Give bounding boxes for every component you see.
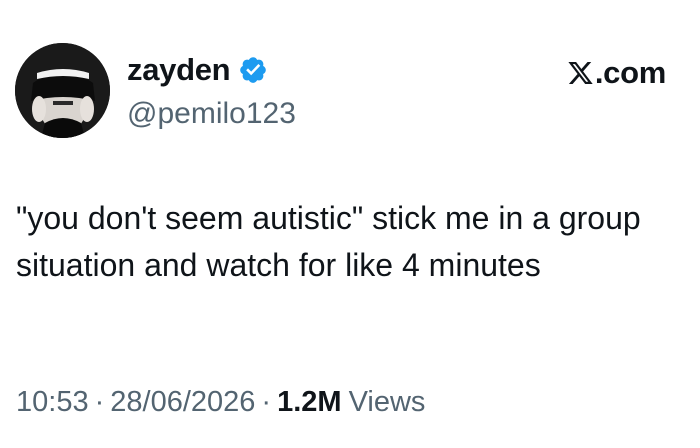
avatar[interactable]: [15, 43, 110, 138]
tweet-text: "you don't seem autistic" stick me in a …: [16, 200, 641, 283]
meta-separator: ·: [261, 386, 272, 418]
author-name-row: zayden: [127, 52, 268, 88]
x-logo-icon: [568, 62, 593, 84]
site-label: .com: [567, 55, 666, 91]
meta-separator: ·: [94, 386, 105, 418]
tweet-meta: 10:53 · 28/06/2026 · 1.2M Views: [16, 384, 425, 420]
tweet-time[interactable]: 10:53: [16, 384, 89, 420]
avatar-photo: [15, 43, 110, 138]
author-handle[interactable]: @pemilo123: [127, 96, 296, 132]
verified-badge-icon[interactable]: [238, 55, 268, 85]
views-label: Views: [348, 386, 426, 418]
site-domain-text: .com: [594, 55, 666, 90]
views-count[interactable]: 1.2M: [277, 384, 341, 420]
author-display-name[interactable]: zayden: [127, 52, 231, 88]
tweet-date[interactable]: 28/06/2026: [110, 384, 255, 420]
